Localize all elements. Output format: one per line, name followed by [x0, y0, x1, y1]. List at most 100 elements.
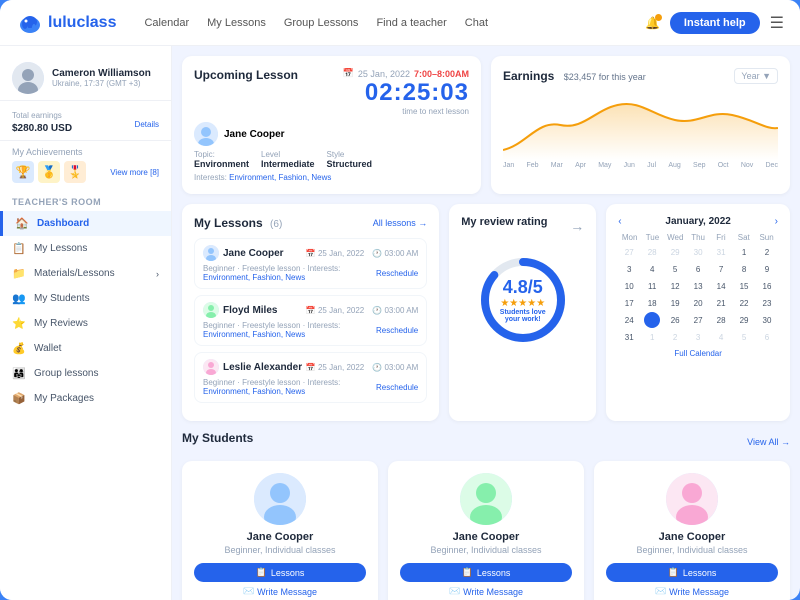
student-3-lessons-btn[interactable]: 📋 Lessons [606, 563, 778, 582]
lesson-date-time: 📅 25 Jan, 2022 7:00–8:00AM [343, 68, 469, 79]
cal-day-30[interactable]: 30 [690, 244, 706, 260]
rating-stars: ★★★★★ [500, 298, 546, 309]
upcoming-lesson-title: Upcoming Lesson [194, 68, 298, 82]
cal-day-26[interactable]: 26 [667, 312, 683, 328]
cal-day-24[interactable]: 24 [621, 312, 637, 328]
sidebar-item-group-lessons[interactable]: 👨‍👩‍👧 Group lessons [0, 361, 171, 386]
cal-day-14[interactable]: 14 [713, 278, 729, 294]
all-lessons-link[interactable]: All lessons → [373, 218, 428, 228]
cal-day-28[interactable]: 28 [644, 244, 660, 260]
reschedule-3-link[interactable]: Reschedule [376, 383, 418, 392]
lesson-2-header: Floyd Miles 📅 25 Jan, 2022 🕐 03:00 AM [203, 302, 418, 318]
sidebar-item-dashboard[interactable]: 🏠 Dashboard [0, 211, 171, 236]
instant-help-button[interactable]: Instant help [670, 12, 760, 34]
cal-day-2[interactable]: 2 [667, 329, 683, 345]
cal-day-18[interactable]: 18 [644, 295, 660, 311]
nav-find-teacher[interactable]: Find a teacher [376, 17, 446, 29]
sidebar-item-reviews-label: My Reviews [34, 318, 88, 329]
cal-day-27[interactable]: 27 [621, 244, 637, 260]
lessons-title-group: My Lessons (6) [194, 216, 282, 230]
lesson-student-name: Jane Cooper [224, 129, 285, 140]
cal-day-6[interactable]: 6 [759, 329, 775, 345]
student-1-write-msg-btn[interactable]: ✉️ Write Message [243, 586, 317, 597]
earnings-chart [503, 90, 778, 160]
sidebar-item-materials-label: Materials/Lessons [34, 268, 115, 279]
sidebar-item-wallet[interactable]: 💰 Wallet [0, 336, 171, 361]
cal-day-7[interactable]: 7 [713, 261, 729, 277]
chart-x-labels: JanFebMar AprMayJun JulAugSep OctNovDec [503, 162, 778, 169]
cal-day-29[interactable]: 29 [667, 244, 683, 260]
lesson-style: Style Structured [327, 150, 373, 169]
cal-day-16[interactable]: 16 [759, 278, 775, 294]
cal-day-3[interactable]: 3 [690, 329, 706, 345]
lesson-2-avatar [203, 302, 219, 318]
cal-day-29[interactable]: 29 [736, 312, 752, 328]
sidebar-item-my-lessons[interactable]: 📋 My Lessons [0, 236, 171, 261]
cal-day-9[interactable]: 9 [759, 261, 775, 277]
sidebar-item-students[interactable]: 👥 My Students [0, 286, 171, 311]
cal-day-6[interactable]: 6 [690, 261, 706, 277]
logo[interactable]: luluclass [16, 12, 116, 34]
sidebar-item-packages-label: My Packages [34, 393, 94, 404]
notification-icon[interactable]: 🔔 [645, 16, 660, 30]
cal-day-1[interactable]: 1 [644, 329, 660, 345]
nav-chat[interactable]: Chat [465, 17, 488, 29]
nav-group-lessons[interactable]: Group Lessons [284, 17, 359, 29]
cal-day-17[interactable]: 17 [621, 295, 637, 311]
cal-day-20[interactable]: 20 [690, 295, 706, 311]
rating-score: 4.8/5 [500, 277, 546, 298]
cal-day-8[interactable]: 8 [736, 261, 752, 277]
cal-day-4[interactable]: 4 [644, 261, 660, 277]
cal-day-4[interactable]: 4 [713, 329, 729, 345]
cal-day-1[interactable]: 1 [736, 244, 752, 260]
reschedule-1-link[interactable]: Reschedule [376, 269, 418, 278]
student-3-write-msg-btn[interactable]: ✉️ Write Message [655, 586, 729, 597]
rating-arrow[interactable]: → [570, 218, 584, 234]
student-2-avatar [460, 473, 512, 525]
student-1-lessons-btn[interactable]: 📋 Lessons [194, 563, 366, 582]
calendar-next-arrow[interactable]: › [775, 216, 778, 227]
user-info: Cameron Williamson Ukraine, 17:37 (GMT +… [52, 68, 159, 88]
cal-day-10[interactable]: 10 [621, 278, 637, 294]
cal-day-15[interactable]: 15 [736, 278, 752, 294]
sidebar-item-materials[interactable]: 📁 Materials/Lessons › [0, 261, 171, 286]
nav-my-lessons[interactable]: My Lessons [207, 17, 266, 29]
cal-day-21[interactable]: 21 [713, 295, 729, 311]
home-icon: 🏠 [15, 217, 29, 230]
calendar-prev-arrow[interactable]: ‹ [618, 216, 621, 227]
student-3-name: Jane Cooper [659, 531, 726, 543]
student-card-1: Jane Cooper Beginner, Individual classes… [182, 461, 378, 600]
cal-day-2[interactable]: 2 [759, 244, 775, 260]
student-2-write-msg-btn[interactable]: ✉️ Write Message [449, 586, 523, 597]
year-selector[interactable]: Year ▼ [734, 68, 778, 84]
view-more-link[interactable]: View more [8] [110, 168, 159, 177]
cal-day-28[interactable]: 28 [713, 312, 729, 328]
cal-day-5[interactable]: 5 [667, 261, 683, 277]
lesson-3-avatar [203, 359, 219, 375]
reschedule-2-link[interactable]: Reschedule [376, 326, 418, 335]
upcoming-lesson-card: Upcoming Lesson 📅 25 Jan, 2022 7:00–8:00… [182, 56, 481, 194]
cal-day-23[interactable]: 23 [759, 295, 775, 311]
view-all-link[interactable]: View All → [747, 437, 790, 447]
cal-day-27[interactable]: 27 [690, 312, 706, 328]
sidebar-item-reviews[interactable]: ⭐ My Reviews [0, 311, 171, 336]
cal-day-19[interactable]: 19 [667, 295, 683, 311]
cal-day-3[interactable]: 3 [621, 261, 637, 277]
menu-icon[interactable]: ☰ [770, 13, 784, 33]
cal-day-13[interactable]: 13 [690, 278, 706, 294]
earnings-details-link[interactable]: Details [135, 120, 159, 129]
cal-day-22[interactable]: 22 [736, 295, 752, 311]
cal-day-31[interactable]: 31 [621, 329, 637, 345]
cal-day-30[interactable]: 30 [759, 312, 775, 328]
cal-day-25[interactable]: 25 [644, 312, 660, 328]
nav-calendar[interactable]: Calendar [144, 17, 189, 29]
cal-day-11[interactable]: 11 [644, 278, 660, 294]
cal-day-31[interactable]: 31 [713, 244, 729, 260]
lesson-item-1: Jane Cooper 📅 25 Jan, 2022 🕐 03:00 AM Be… [194, 238, 427, 289]
student-1-class: Beginner, Individual classes [224, 545, 335, 555]
sidebar-item-packages[interactable]: 📦 My Packages [0, 386, 171, 411]
student-2-lessons-btn[interactable]: 📋 Lessons [400, 563, 572, 582]
full-calendar-link[interactable]: Full Calendar [618, 349, 778, 358]
cal-day-5[interactable]: 5 [736, 329, 752, 345]
cal-day-12[interactable]: 12 [667, 278, 683, 294]
